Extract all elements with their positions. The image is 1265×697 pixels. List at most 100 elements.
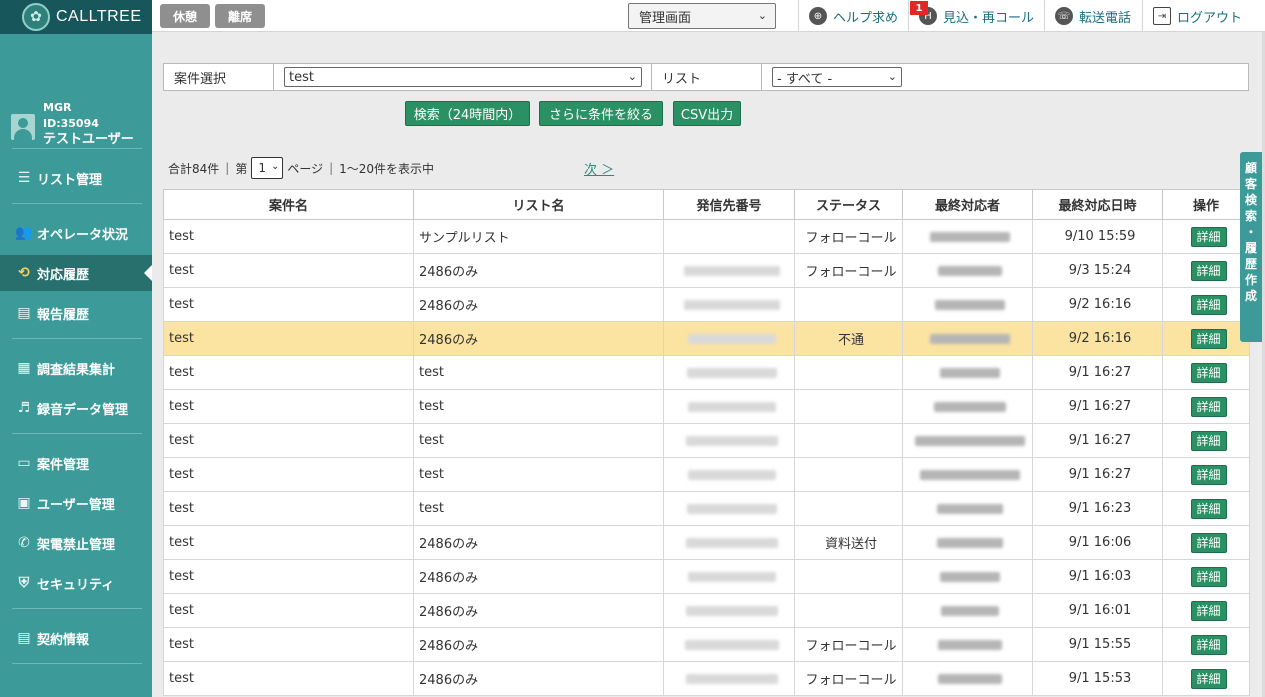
cell-action: 詳細	[1162, 661, 1250, 696]
table-row[interactable]: test test 9/1 16:27 詳細	[163, 423, 1250, 458]
cell-list: 2486のみ	[413, 287, 664, 322]
filter-bar: 案件選択 test ⌄ リスト - すべて - ⌄	[163, 63, 1249, 91]
sidebar-item[interactable]: ♬ 録音データ管理	[0, 390, 152, 426]
detail-button[interactable]: 詳細	[1190, 260, 1227, 281]
detail-button[interactable]: 詳細	[1190, 532, 1227, 553]
nav-divider	[12, 663, 142, 664]
cell-phone	[663, 491, 795, 526]
cell-action: 詳細	[1162, 593, 1250, 628]
detail-button[interactable]: 詳細	[1190, 600, 1227, 621]
cell-action: 詳細	[1162, 559, 1250, 594]
table-row[interactable]: test 2486のみ フォローコール 9/1 15:55 詳細	[163, 627, 1250, 662]
phone-icon: ☏	[1055, 7, 1073, 25]
sidebar-item[interactable]: ▦ 調査結果集計	[0, 350, 152, 386]
table-row[interactable]: test test 9/1 16:27 詳細	[163, 389, 1250, 424]
brand-name: CALLTREE	[56, 8, 142, 25]
list-select[interactable]: - すべて - ⌄	[772, 67, 902, 87]
sidebar-item[interactable]: ▤ 報告履歴	[0, 295, 152, 331]
nav-divider	[12, 608, 142, 609]
table-row[interactable]: test 2486のみ 9/2 16:16 詳細	[163, 287, 1250, 322]
detail-button[interactable]: 詳細	[1190, 498, 1227, 519]
help-link[interactable]: ⊕ ヘルプ求め	[798, 0, 898, 32]
cell-datetime: 9/1 16:23	[1032, 491, 1163, 526]
sidebar-item[interactable]: ⛨ セキュリティ	[0, 565, 152, 601]
header-list[interactable]: リスト名	[413, 189, 664, 220]
cell-action: 詳細	[1162, 355, 1250, 390]
sidebar-item[interactable]: ▣ ユーザー管理	[0, 485, 152, 521]
table-row[interactable]: test 2486のみ 資料送付 9/1 16:06 詳細	[163, 525, 1250, 560]
cell-status: 不通	[794, 321, 903, 356]
detail-button[interactable]: 詳細	[1190, 430, 1227, 451]
customer-search-tab[interactable]: 顧客検索・履歴作成	[1240, 152, 1262, 342]
sidebar-item[interactable]: ▭ 案件管理	[0, 445, 152, 481]
table-row[interactable]: test サンプルリスト フォローコール 9/10 15:59 詳細	[163, 219, 1250, 254]
pagination: 合計84件 | 第 1 ⌄ ページ | 1～20件を表示中	[168, 156, 434, 180]
cell-action: 詳細	[1162, 219, 1250, 254]
sidebar-item[interactable]: ▤ 契約情報	[0, 620, 152, 656]
cell-project: test	[163, 593, 414, 628]
header-status[interactable]: ステータス	[794, 189, 903, 220]
away-button[interactable]: 離席	[215, 4, 265, 28]
refine-button[interactable]: さらに条件を絞る	[539, 101, 663, 126]
logo[interactable]: ✿ CALLTREE	[0, 0, 152, 34]
sidebar-item[interactable]: ✆ 架電禁止管理	[0, 525, 152, 561]
sidebar-item[interactable]: 👥 オペレータ状況	[0, 215, 152, 251]
cell-status	[794, 389, 903, 424]
cell-phone	[663, 423, 795, 458]
contract-icon: ▤	[17, 630, 31, 646]
sidebar: ✿ CALLTREE MGR ID:35094 テストユーザー ☰ リスト管理 👥 オ…	[0, 0, 152, 697]
cell-action: 詳細	[1162, 253, 1250, 288]
detail-button[interactable]: 詳細	[1190, 362, 1227, 383]
next-page-link[interactable]: 次 ＞	[584, 159, 614, 178]
separator: |	[225, 161, 230, 175]
header-operator[interactable]: 最終対応者	[902, 189, 1033, 220]
table-row[interactable]: test test 9/1 16:23 詳細	[163, 491, 1250, 526]
header-project[interactable]: 案件名	[163, 189, 414, 220]
redacted-value	[685, 673, 778, 684]
cell-phone	[663, 661, 795, 696]
sidebar-item[interactable]: ⟲ 対応履歴	[0, 255, 152, 291]
csv-export-button[interactable]: CSV出力	[673, 101, 741, 126]
transfer-link[interactable]: ☏ 転送電話	[1044, 0, 1131, 32]
header-datetime[interactable]: 最終対応日時	[1032, 189, 1163, 220]
page-select[interactable]: 1 ⌄	[251, 157, 284, 179]
page-suffix: ページ	[287, 161, 324, 176]
sidebar-item-label: 契約情報	[37, 632, 90, 648]
table-row[interactable]: test test 9/1 16:27 詳細	[163, 355, 1250, 390]
sidebar-item[interactable]: ☰ リスト管理	[0, 160, 152, 196]
detail-button[interactable]: 詳細	[1190, 634, 1227, 655]
logout-link[interactable]: ⇥ ログアウト	[1142, 0, 1242, 32]
table-row[interactable]: test 2486のみ 9/1 16:01 詳細	[163, 593, 1250, 628]
mode-select[interactable]: 管理画面 ⌄	[628, 3, 776, 29]
user-card-icon: ▣	[17, 495, 31, 511]
detail-button[interactable]: 詳細	[1190, 226, 1227, 247]
redacted-value	[687, 469, 776, 480]
redacted-value	[683, 265, 780, 276]
project-select[interactable]: test ⌄	[284, 67, 642, 87]
detail-button[interactable]: 詳細	[1190, 668, 1227, 689]
cell-project: test	[163, 491, 414, 526]
table-row[interactable]: test test 9/1 16:27 詳細	[163, 457, 1250, 492]
table-row[interactable]: test 2486のみ フォローコール 9/3 15:24 詳細	[163, 253, 1250, 288]
cell-datetime: 9/1 16:06	[1032, 525, 1163, 560]
cell-status: フォローコール	[794, 627, 903, 662]
detail-button[interactable]: 詳細	[1190, 464, 1227, 485]
detail-button[interactable]: 詳細	[1190, 294, 1227, 315]
break-button[interactable]: 休憩	[160, 4, 210, 28]
search-button[interactable]: 検索（24時間内）	[405, 101, 530, 126]
page-prefix: 第	[235, 161, 248, 176]
table-row[interactable]: test 2486のみ フォローコール 9/1 15:53 詳細	[163, 661, 1250, 696]
table-row[interactable]: test 2486のみ 9/1 16:03 詳細	[163, 559, 1250, 594]
redacted-value	[930, 333, 1010, 344]
list-icon: ☰	[17, 170, 31, 186]
side-tab-char: 履	[1244, 241, 1257, 255]
side-tab-char: 客	[1244, 177, 1257, 191]
header-phone[interactable]: 発信先番号	[663, 189, 795, 220]
table-header-row: 案件名 リスト名 発信先番号 ステータス 最終対応者 最終対応日時 操作	[163, 189, 1250, 220]
detail-button[interactable]: 詳細	[1190, 328, 1227, 349]
cell-datetime: 9/1 16:27	[1032, 389, 1163, 424]
detail-button[interactable]: 詳細	[1190, 396, 1227, 417]
nav-divider	[12, 148, 142, 149]
detail-button[interactable]: 詳細	[1190, 566, 1227, 587]
table-row[interactable]: test 2486のみ 不通 9/2 16:16 詳細	[163, 321, 1250, 356]
